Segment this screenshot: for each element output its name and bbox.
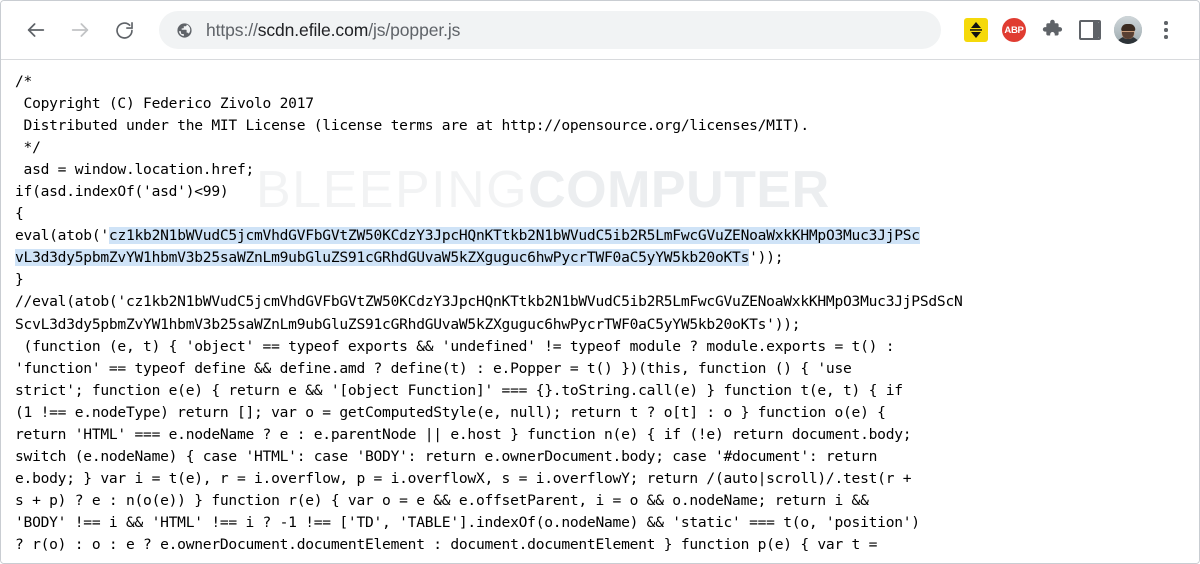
url-text: https://scdn.efile.com/js/popper.js [206, 20, 460, 41]
puzzle-piece-icon [1041, 17, 1063, 44]
extensions-button[interactable] [1033, 11, 1071, 49]
source-body-line: return 'HTML' === e.nodeName ? e : e.par… [15, 425, 912, 443]
source-head: /* Copyright (C) Federico Zivolo 2017 Di… [15, 73, 809, 245]
side-panel-button[interactable] [1071, 11, 1109, 49]
kebab-menu-icon [1164, 21, 1168, 39]
source-body-line: e.body; } var i = t(e), r = i.overflow, … [15, 469, 912, 487]
address-bar[interactable]: https://scdn.efile.com/js/popper.js [159, 11, 941, 49]
source-body-line: strict'; function e(e) { return e && '[o… [15, 381, 903, 399]
url-scheme: https:// [206, 19, 258, 40]
back-button[interactable] [19, 13, 53, 47]
toolbar-icon-group: ABP [957, 11, 1185, 49]
source-body-line: switch (e.nodeName) { case 'HTML': case … [15, 447, 878, 465]
source-body-line: s + p) ? e : n(o(e)) } function r(e) { v… [15, 491, 869, 509]
source-body-line: (function (e, t) { 'object' == typeof ex… [15, 337, 895, 355]
url-host: scdn.efile.com [257, 19, 369, 40]
browser-window: https://scdn.efile.com/js/popper.js ABP [0, 0, 1200, 564]
side-panel-icon [1079, 20, 1101, 40]
forward-button[interactable] [63, 13, 97, 47]
source-body-line: ? r(o) : o : e ? e.ownerDocument.documen… [15, 535, 878, 553]
source-body-line: 'function' == typeof define && define.am… [15, 359, 852, 377]
chrome-menu-button[interactable] [1147, 11, 1185, 49]
source-body-line: (1 !== e.nodeType) return []; var o = ge… [15, 403, 886, 421]
avatar-image [1114, 16, 1142, 44]
selected-base64-line-2: vL3d3dy5pbmZvYW1hbmV3b25saWZnLm9ubGluZS9… [15, 249, 750, 267]
browser-toolbar: https://scdn.efile.com/js/popper.js ABP [1, 1, 1199, 60]
page-content: BLEEPINGCOMPUTER /* Copyright (C) Federi… [1, 60, 1199, 563]
abp-icon: ABP [1002, 18, 1026, 42]
adblock-plus-extension[interactable]: ABP [995, 11, 1033, 49]
reload-button[interactable] [107, 13, 141, 47]
globe-icon [175, 21, 193, 39]
source-body-line: 'BODY' !== i && 'HTML' !== i ? -1 !== ['… [15, 513, 920, 531]
updown-arrows-icon [964, 18, 988, 42]
url-path: /js/popper.js [368, 19, 461, 40]
profile-avatar[interactable] [1109, 11, 1147, 49]
arrow-left-icon [25, 19, 47, 41]
selected-base64-line-1: cz1kb2N1bWVudC5jcmVhdGVFbGVtZW50KCdzY3Jp… [108, 227, 920, 245]
updown-arrows-extension[interactable] [957, 11, 995, 49]
arrow-right-icon [69, 19, 91, 41]
reload-icon [114, 20, 135, 41]
source-code-view[interactable]: /* Copyright (C) Federico Zivolo 2017 Di… [1, 60, 1199, 556]
